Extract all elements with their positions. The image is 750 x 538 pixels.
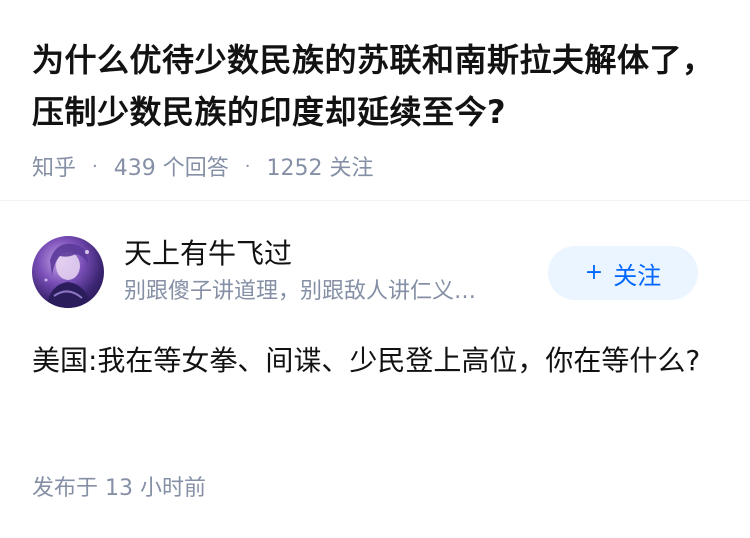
follow-button[interactable]: + 关注 bbox=[548, 246, 698, 300]
avatar[interactable] bbox=[32, 236, 104, 308]
question-header: 为什么优待少数民族的苏联和南斯拉夫解体了，压制少数民族的印度却延续至今? 知乎 … bbox=[32, 34, 722, 182]
question-meta: 知乎 · 439 个回答 · 1252 关注 bbox=[32, 150, 722, 182]
followers-count: 1252 关注 bbox=[266, 156, 374, 181]
follow-label: 关注 bbox=[613, 261, 662, 290]
source-label[interactable]: 知乎 bbox=[32, 150, 76, 182]
section-divider bbox=[0, 200, 750, 201]
author-bio: 别跟傻子讲道理，别跟敌人讲仁义… bbox=[124, 279, 477, 304]
avatar-image bbox=[44, 243, 92, 308]
plus-icon: + bbox=[584, 260, 604, 285]
answers-count[interactable]: 439 个回答 bbox=[114, 150, 229, 182]
separator-dot: · bbox=[92, 155, 98, 177]
author-card: 天上有牛飞过 别跟傻子讲道理，别跟敌人讲仁义… + 关注 bbox=[32, 236, 722, 312]
separator-dot: · bbox=[244, 155, 251, 177]
answer-content[interactable]: 美国:我在等女拳、间谍、少民登上高位，你在等什么? bbox=[32, 336, 712, 386]
question-title[interactable]: 为什么优待少数民族的苏联和南斯拉夫解体了，压制少数民族的印度却延续至今? bbox=[32, 34, 722, 138]
author-name[interactable]: 天上有牛飞过 bbox=[124, 236, 292, 272]
answer-timestamp: 发布于 13 小时前 bbox=[32, 476, 206, 501]
